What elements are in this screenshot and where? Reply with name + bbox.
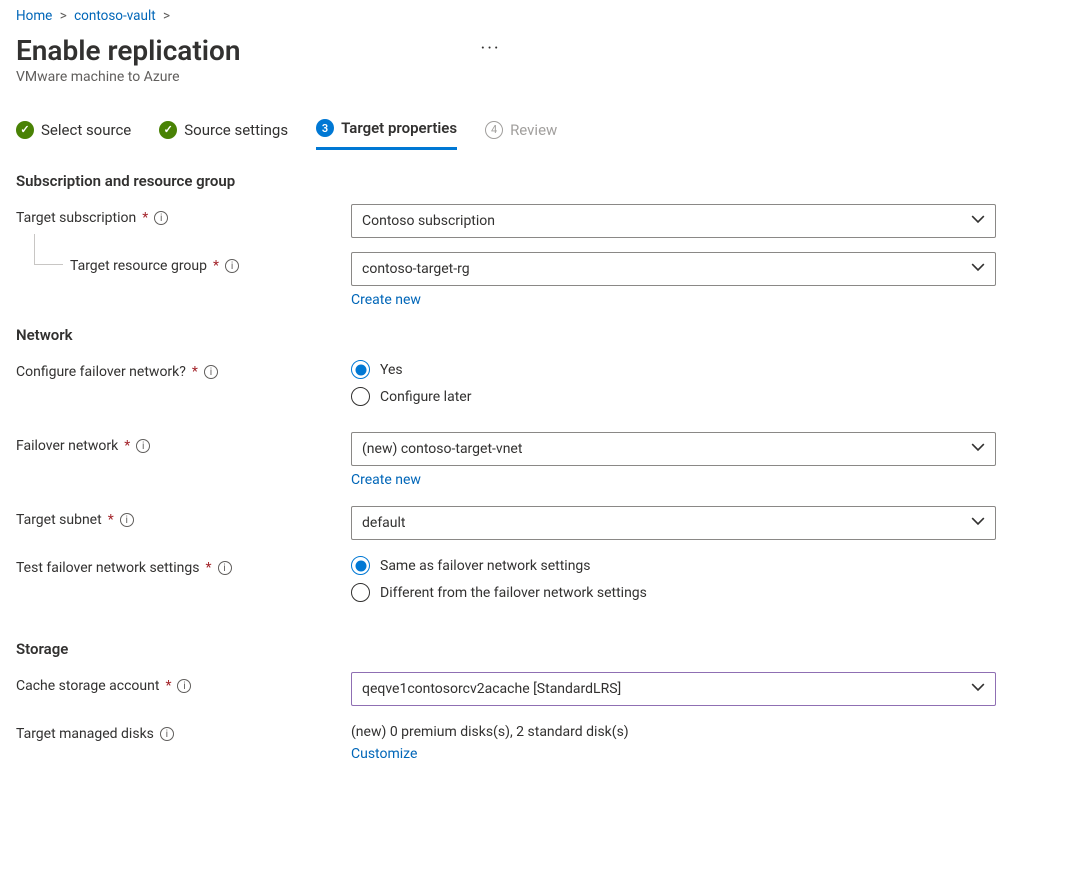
customize-disks-link[interactable]: Customize: [351, 746, 417, 762]
radio-label: Same as failover network settings: [380, 558, 591, 574]
required-icon: *: [192, 364, 198, 380]
info-icon[interactable]: i: [218, 561, 232, 575]
chevron-down-icon: [971, 212, 985, 230]
cache-storage-select[interactable]: qeqve1contosorcv2acache [StandardLRS]: [351, 672, 996, 706]
label-target-subnet: Target subnet * i: [16, 506, 351, 528]
step-target-properties[interactable]: 3 Target properties: [316, 119, 457, 150]
info-icon[interactable]: i: [160, 727, 174, 741]
label-target-resource-group: Target resource group * i: [16, 252, 351, 274]
label-failover-network: Failover network * i: [16, 432, 351, 454]
target-resource-group-select[interactable]: contoso-target-rg: [351, 252, 996, 286]
radio-label: Yes: [380, 362, 403, 378]
info-icon[interactable]: i: [225, 259, 239, 273]
chevron-down-icon: [971, 514, 985, 532]
chevron-down-icon: [971, 680, 985, 698]
radio-configure-later[interactable]: Configure later: [351, 387, 996, 406]
chevron-down-icon: [971, 260, 985, 278]
select-value: contoso-target-rg: [362, 261, 470, 277]
step-number-icon: 4: [485, 121, 503, 139]
section-storage: Storage: [16, 640, 1061, 658]
select-value: qeqve1contosorcv2acache [StandardLRS]: [362, 681, 621, 697]
check-icon: [16, 121, 34, 139]
radio-label: Configure later: [380, 389, 471, 405]
select-value: (new) contoso-target-vnet: [362, 441, 522, 457]
label-target-disks: Target managed disks i: [16, 720, 351, 742]
create-new-vnet-link[interactable]: Create new: [351, 472, 421, 488]
radio-icon: [351, 583, 370, 602]
section-network: Network: [16, 326, 1061, 344]
radio-icon: [351, 556, 370, 575]
required-icon: *: [108, 512, 114, 528]
target-subnet-select[interactable]: default: [351, 506, 996, 540]
breadcrumb-home[interactable]: Home: [16, 8, 52, 24]
select-value: Contoso subscription: [362, 213, 495, 229]
info-icon[interactable]: i: [120, 513, 134, 527]
step-label: Select source: [41, 121, 131, 139]
check-icon: [159, 121, 177, 139]
required-icon: *: [213, 258, 219, 274]
label-test-failover-settings: Test failover network settings * i: [16, 554, 351, 576]
wizard-steps: Select source Source settings 3 Target p…: [16, 119, 1061, 150]
page-title: Enable replication: [16, 34, 241, 67]
step-source-settings[interactable]: Source settings: [159, 121, 288, 149]
info-icon[interactable]: i: [177, 679, 191, 693]
failover-network-select[interactable]: (new) contoso-target-vnet: [351, 432, 996, 466]
step-select-source[interactable]: Select source: [16, 121, 131, 149]
more-icon[interactable]: ···: [481, 38, 501, 59]
step-label: Target properties: [341, 119, 457, 137]
breadcrumb-vault[interactable]: contoso-vault: [74, 8, 156, 24]
chevron-right-icon: >: [56, 8, 71, 24]
chevron-down-icon: [971, 440, 985, 458]
label-cache-storage: Cache storage account * i: [16, 672, 351, 694]
radio-configure-yes[interactable]: Yes: [351, 360, 996, 379]
radio-test-different[interactable]: Different from the failover network sett…: [351, 583, 996, 602]
label-target-subscription: Target subscription * i: [16, 204, 351, 226]
required-icon: *: [205, 560, 211, 576]
radio-icon: [351, 360, 370, 379]
info-icon[interactable]: i: [136, 439, 150, 453]
label-configure-failover: Configure failover network? * i: [16, 358, 351, 380]
required-icon: *: [124, 438, 130, 454]
chevron-right-icon: >: [159, 8, 174, 24]
info-icon[interactable]: i: [204, 365, 218, 379]
target-disks-value: (new) 0 premium disks(s), 2 standard dis…: [351, 720, 996, 740]
select-value: default: [362, 515, 406, 531]
step-review[interactable]: 4 Review: [485, 121, 557, 149]
radio-icon: [351, 387, 370, 406]
required-icon: *: [165, 678, 171, 694]
step-label: Review: [510, 121, 557, 139]
radio-label: Different from the failover network sett…: [380, 585, 647, 601]
create-new-rg-link[interactable]: Create new: [351, 292, 421, 308]
info-icon[interactable]: i: [154, 211, 168, 225]
section-subscription: Subscription and resource group: [16, 172, 1061, 190]
radio-test-same[interactable]: Same as failover network settings: [351, 556, 996, 575]
step-number-icon: 3: [316, 119, 334, 137]
required-icon: *: [142, 210, 148, 226]
target-subscription-select[interactable]: Contoso subscription: [351, 204, 996, 238]
page-subtitle: VMware machine to Azure: [16, 69, 1061, 85]
step-label: Source settings: [184, 121, 288, 139]
breadcrumb: Home > contoso-vault >: [16, 8, 1061, 24]
